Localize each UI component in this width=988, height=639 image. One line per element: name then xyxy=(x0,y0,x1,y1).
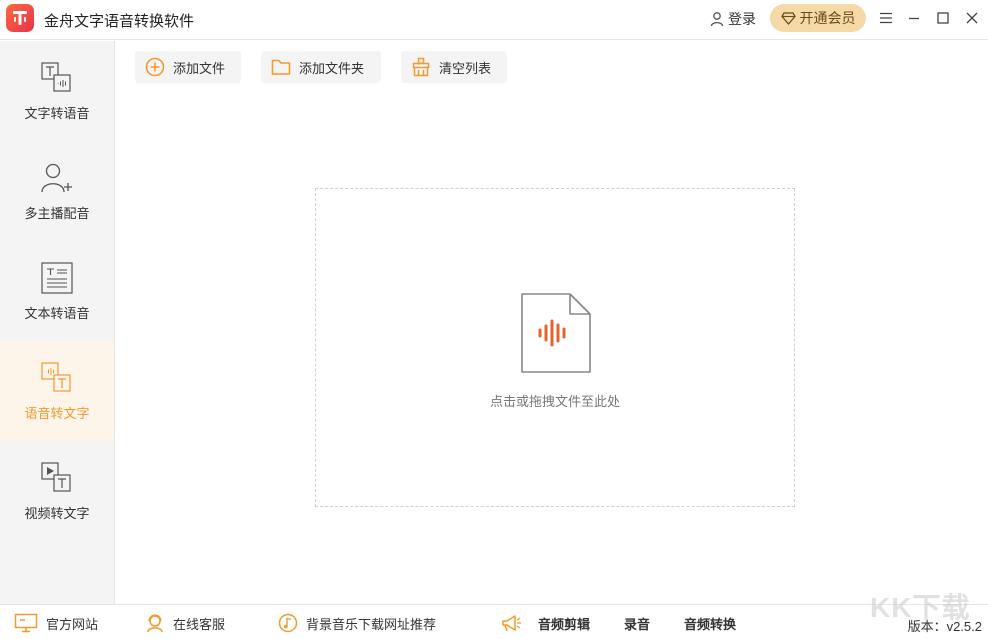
sidebar: 文字转语音 多主播配音 文本转语音 语音转文字 视频转文字 xyxy=(0,41,115,604)
video-to-text-icon xyxy=(40,461,74,495)
sidebar-item-label: 语音转文字 xyxy=(24,403,89,422)
file-drop-zone[interactable]: 点击或拖拽文件至此处 xyxy=(315,188,795,507)
sidebar-item-text-to-speech[interactable]: 文字转语音 xyxy=(0,41,114,141)
sidebar-item-speech-to-text[interactable]: 语音转文字 xyxy=(0,341,114,441)
app-logo xyxy=(6,4,34,32)
sidebar-item-label: 视频转文字 xyxy=(24,503,89,522)
add-file-label: 添加文件 xyxy=(173,58,225,77)
minimize-icon xyxy=(908,12,920,24)
music-note-icon xyxy=(278,613,298,633)
add-folder-button[interactable]: 添加文件夹 xyxy=(261,51,381,83)
login-button[interactable]: 登录 xyxy=(709,9,756,29)
audio-file-icon xyxy=(520,292,592,374)
vip-label: 开通会员 xyxy=(800,8,856,28)
drop-hint: 点击或拖拽文件至此处 xyxy=(316,391,794,410)
close-icon xyxy=(966,12,978,24)
minimize-button[interactable] xyxy=(904,8,924,28)
sidebar-item-label: 文字转语音 xyxy=(24,103,89,122)
close-button[interactable] xyxy=(962,8,982,28)
audio-edit-link[interactable]: 音频剪辑 xyxy=(538,613,590,633)
title-bar: 金舟文字语音转换软件 登录 开通会员 xyxy=(0,0,988,40)
audio-convert-link[interactable]: 音频转换 xyxy=(684,613,736,633)
clear-list-label: 清空列表 xyxy=(439,58,491,77)
sidebar-item-multi-voice[interactable]: 多主播配音 xyxy=(0,141,114,241)
app-title: 金舟文字语音转换软件 xyxy=(44,10,194,31)
speech-to-text-icon xyxy=(40,361,74,395)
diamond-icon xyxy=(781,12,796,25)
vip-button[interactable]: 开通会员 xyxy=(770,4,866,32)
customer-service-icon xyxy=(145,613,165,633)
music-download-link[interactable]: 背景音乐下载网址推荐 xyxy=(278,613,436,633)
document-icon xyxy=(40,261,74,295)
hamburger-icon xyxy=(879,12,893,24)
footer-bar: 官方网站 在线客服 背景音乐下载网址推荐 音频剪辑 录音 音频转换 版本：v2.… xyxy=(0,604,988,639)
text-to-speech-icon xyxy=(40,61,74,95)
broom-icon xyxy=(411,57,431,77)
watermark: KK下载 xyxy=(870,586,970,626)
official-website-link[interactable]: 官方网站 xyxy=(14,613,98,633)
folder-icon xyxy=(271,58,291,76)
maximize-button[interactable] xyxy=(933,8,953,28)
add-folder-label: 添加文件夹 xyxy=(299,58,364,77)
sidebar-item-label: 文本转语音 xyxy=(24,303,89,322)
website-label: 官方网站 xyxy=(46,614,98,633)
login-label: 登录 xyxy=(728,9,756,29)
online-service-link[interactable]: 在线客服 xyxy=(145,613,225,633)
sidebar-item-video-to-text[interactable]: 视频转文字 xyxy=(0,441,114,541)
music-label: 背景音乐下载网址推荐 xyxy=(306,614,436,633)
record-link[interactable]: 录音 xyxy=(624,613,650,633)
add-file-button[interactable]: 添加文件 xyxy=(135,51,241,83)
sidebar-item-doc-to-speech[interactable]: 文本转语音 xyxy=(0,241,114,341)
megaphone-icon xyxy=(500,613,522,633)
promo-icon-wrapper[interactable] xyxy=(500,613,522,633)
service-label: 在线客服 xyxy=(173,614,225,633)
menu-button[interactable] xyxy=(876,8,896,28)
plus-circle-icon xyxy=(145,57,165,77)
add-user-icon xyxy=(40,161,74,195)
user-icon xyxy=(709,11,725,27)
monitor-icon xyxy=(14,613,38,633)
maximize-icon xyxy=(937,12,949,24)
sidebar-item-label: 多主播配音 xyxy=(24,203,89,222)
clear-list-button[interactable]: 清空列表 xyxy=(401,51,507,83)
